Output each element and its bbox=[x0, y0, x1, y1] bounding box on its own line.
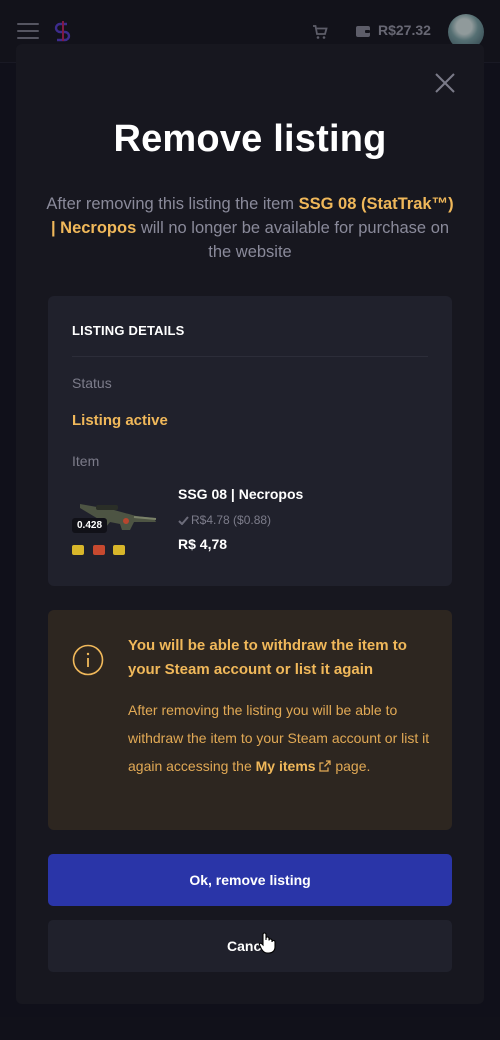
item-price: R$ 4,78 bbox=[178, 536, 228, 552]
description-text-end: will no longer be available for purchase… bbox=[136, 219, 450, 261]
confirm-remove-button[interactable]: Ok, remove listing bbox=[48, 854, 452, 906]
external-link-icon[interactable] bbox=[319, 760, 332, 772]
listing-details-heading: LISTING DETAILS bbox=[72, 323, 185, 338]
divider bbox=[72, 356, 428, 357]
listing-details-card: LISTING DETAILS Status Listing active It… bbox=[48, 296, 452, 586]
hand-cursor-icon bbox=[258, 932, 276, 954]
item-reference-price: R$4.78 ($0.88) bbox=[178, 513, 271, 527]
float-value-badge: 0.428 bbox=[72, 518, 108, 533]
cancel-button[interactable]: Cancel bbox=[48, 920, 452, 972]
sticker-icon bbox=[113, 545, 125, 555]
remove-listing-modal: Remove listing After removing this listi… bbox=[16, 44, 484, 1004]
my-items-link[interactable]: My items bbox=[256, 758, 316, 774]
item-label: Item bbox=[72, 453, 100, 469]
modal-description: After removing this listing the item SSG… bbox=[46, 192, 454, 264]
sticker-icon bbox=[72, 545, 84, 555]
withdraw-notice: You will be able to withdraw the item to… bbox=[48, 610, 452, 830]
notice-text: After removing the listing you will be a… bbox=[128, 696, 433, 780]
status-value: Listing active bbox=[72, 412, 168, 429]
description-text-start: After removing this listing the item bbox=[46, 195, 299, 213]
item-reference-price-text: R$4.78 ($0.88) bbox=[191, 513, 272, 527]
info-icon bbox=[72, 644, 104, 676]
item-name: SSG 08 | Necropos bbox=[178, 486, 304, 502]
modal-title: Remove listing bbox=[113, 118, 387, 160]
status-label: Status bbox=[72, 375, 112, 391]
close-icon[interactable] bbox=[434, 72, 456, 94]
sticker-icon bbox=[93, 545, 105, 555]
notice-title: You will be able to withdraw the item to… bbox=[128, 637, 407, 678]
check-icon bbox=[178, 516, 189, 526]
notice-text-end: page. bbox=[331, 758, 371, 774]
